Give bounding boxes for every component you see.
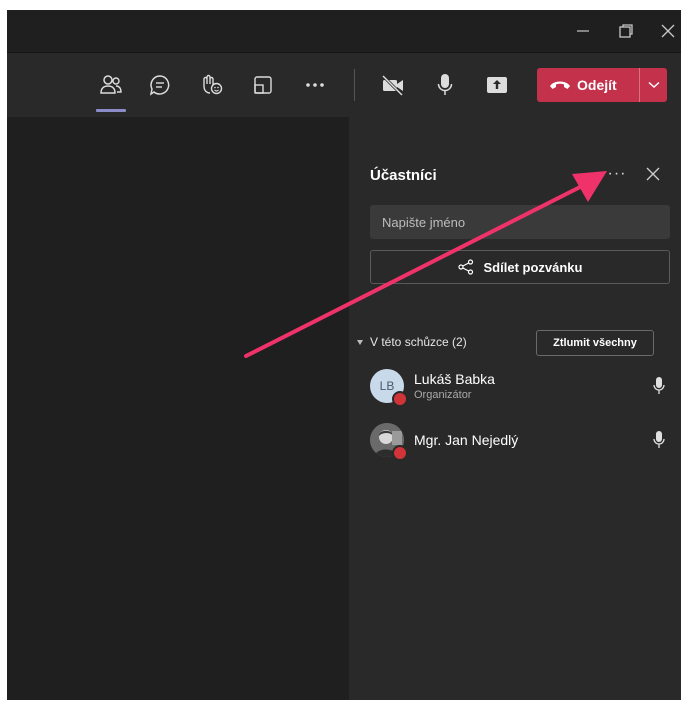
raise-hand-icon — [203, 74, 223, 95]
active-tab-indicator — [96, 109, 126, 112]
status-badge — [392, 391, 408, 407]
title-bar — [7, 10, 681, 52]
minimize-icon — [577, 30, 589, 32]
chat-icon — [149, 75, 170, 96]
in-meeting-section-toggle[interactable]: V této schůzce (2) — [357, 335, 467, 349]
participant-row[interactable]: LB Lukáš Babka Organizátor — [349, 363, 681, 409]
meeting-stage — [7, 117, 349, 700]
leave-label: Odejít — [577, 77, 617, 93]
microphone-icon — [437, 74, 453, 95]
share-invite-label: Sdílet pozvánku — [483, 259, 583, 275]
participant-row[interactable]: Mgr. Jan Nejedlý — [349, 417, 681, 463]
camera-off-icon — [381, 74, 404, 96]
microphone-icon — [653, 431, 665, 448]
panel-more-options-button[interactable]: ··· — [605, 161, 629, 187]
close-icon — [646, 167, 660, 181]
share-content-button[interactable] — [481, 69, 513, 101]
microphone-icon — [653, 377, 665, 394]
more-actions-button[interactable] — [299, 69, 331, 101]
in-meeting-section-label: V této schůzce (2) — [370, 335, 467, 349]
minimize-button[interactable] — [570, 18, 596, 44]
reactions-button[interactable] — [196, 69, 228, 101]
teams-meeting-window: Odejít Účastníci ··· Napište jméno Sdíle… — [7, 10, 681, 700]
leave-options-button[interactable] — [640, 68, 667, 102]
share-invite-button[interactable]: Sdílet pozvánku — [370, 250, 670, 284]
participants-panel: Účastníci ··· Sdílet pozvánku V té — [349, 117, 681, 700]
microphone-toggle-button[interactable] — [429, 69, 461, 101]
chat-button[interactable] — [144, 69, 176, 101]
panel-title: Účastníci — [370, 167, 437, 184]
share-screen-icon — [487, 77, 507, 93]
participant-name: Mgr. Jan Nejedlý — [414, 432, 519, 448]
mute-all-button[interactable]: Ztlumit všechny — [536, 330, 654, 356]
rooms-button[interactable] — [247, 69, 279, 101]
close-icon — [661, 24, 675, 38]
restore-button[interactable] — [613, 18, 639, 44]
status-badge — [392, 445, 408, 461]
participant-mic-status — [650, 376, 668, 396]
share-icon — [457, 259, 474, 275]
phone-hangup-icon — [550, 81, 570, 89]
close-window-button[interactable] — [655, 18, 681, 44]
toolbar-separator — [354, 69, 355, 101]
share-tray-icon — [254, 76, 272, 94]
participants-button[interactable] — [95, 69, 127, 101]
leave-button-main[interactable]: Odejít — [537, 68, 639, 102]
more-icon — [306, 83, 324, 87]
panel-close-button[interactable] — [641, 161, 665, 187]
chevron-down-icon — [647, 81, 660, 89]
leave-meeting-button[interactable]: Odejít — [537, 68, 667, 102]
caret-down-icon — [357, 339, 363, 345]
restore-icon — [619, 24, 633, 38]
participant-mic-status — [650, 430, 668, 450]
people-icon — [100, 75, 122, 94]
participant-role: Organizátor — [414, 389, 472, 401]
meeting-toolbar: Odejít — [7, 52, 681, 117]
camera-toggle-button[interactable] — [377, 69, 409, 101]
participant-name: Lukáš Babka — [414, 371, 495, 387]
participant-search-input[interactable] — [370, 205, 670, 239]
